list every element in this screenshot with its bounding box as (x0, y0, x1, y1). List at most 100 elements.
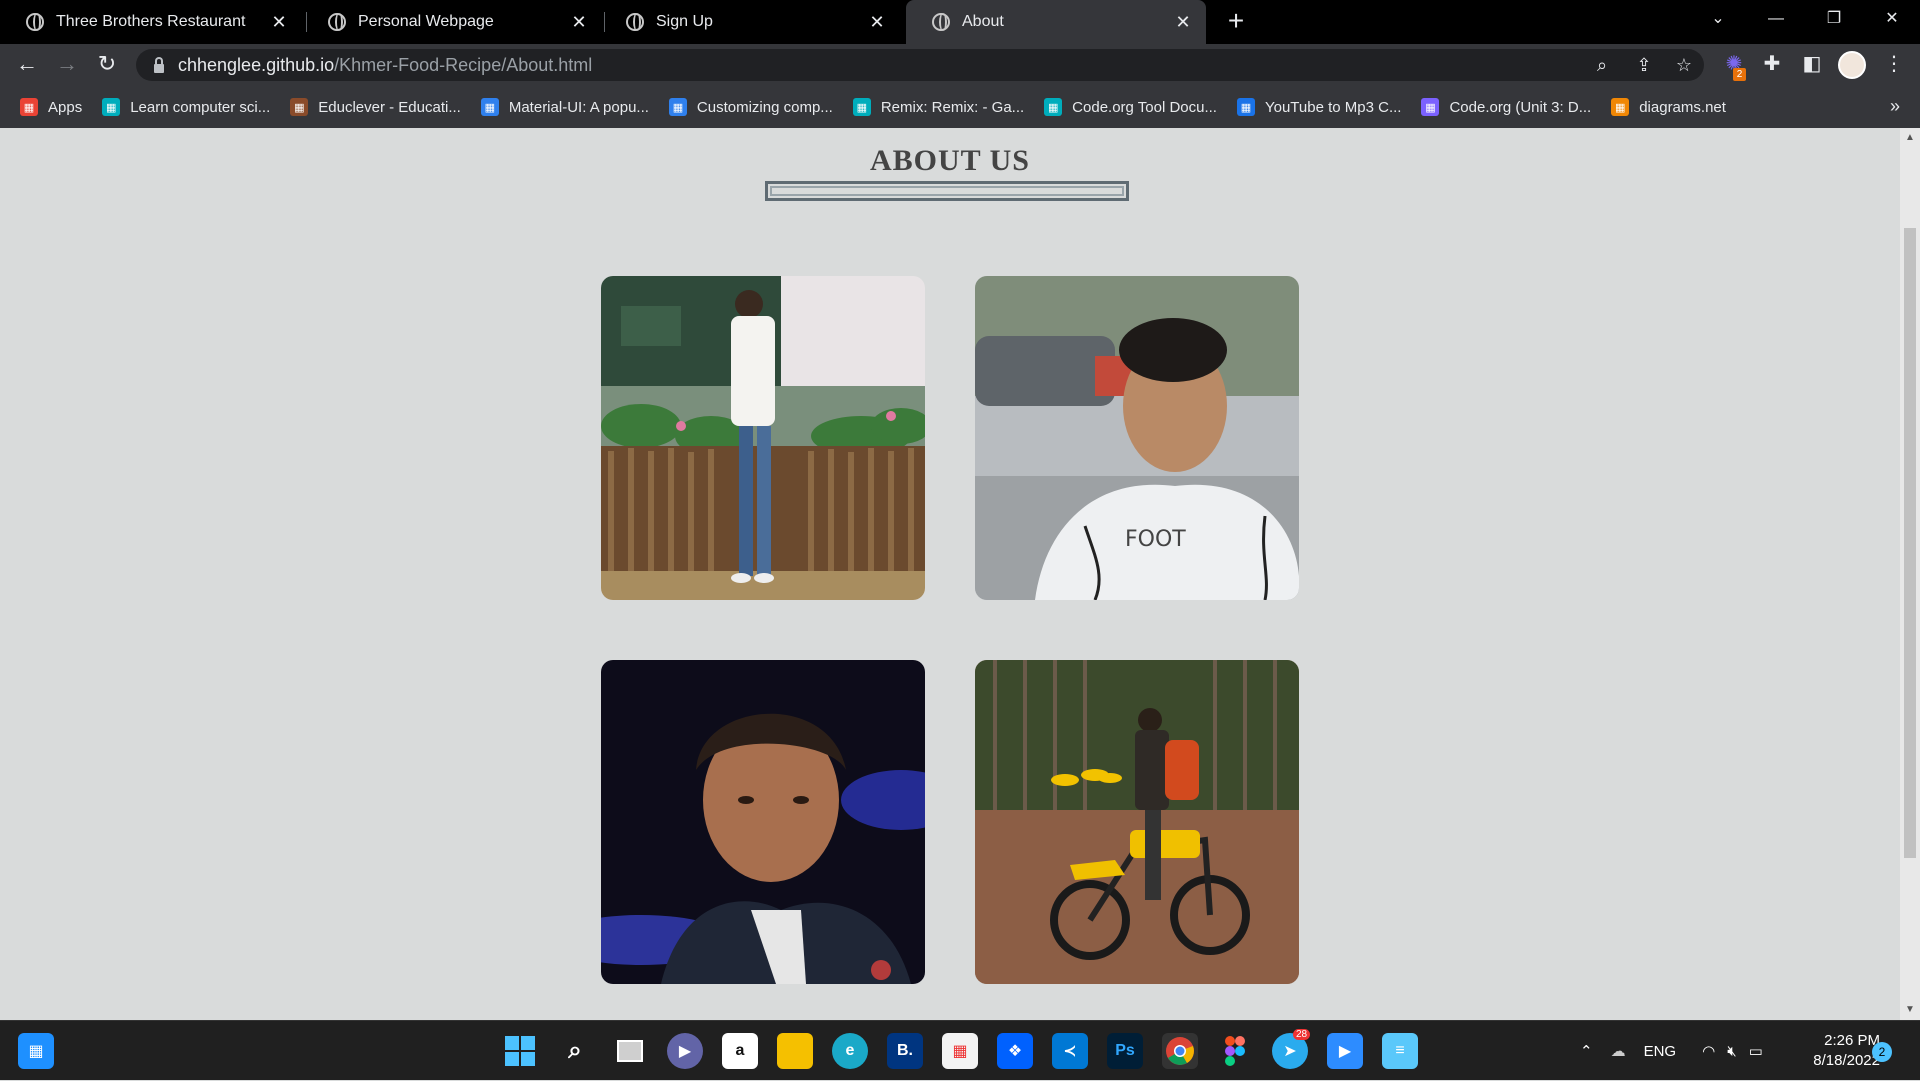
profile-avatar[interactable] (1838, 51, 1866, 79)
svg-text:FOOT: FOOT (1125, 527, 1186, 552)
notification-badge[interactable]: 2 (1872, 1042, 1892, 1062)
team-photo-2: FOOT (975, 276, 1299, 600)
telegram-badge: 28 (1293, 1029, 1311, 1040)
scroll-up-arrow-icon[interactable]: ▲ (1900, 132, 1920, 143)
tab-label: Personal Webpage (358, 13, 494, 30)
notepad-icon[interactable]: ≡ (1382, 1033, 1418, 1069)
apps-grid-icon: ▦ (20, 98, 38, 116)
bookmark-item[interactable]: ▦ Customizing comp... (668, 98, 833, 116)
bookmark-label: Remix: Remix: - Ga... (880, 98, 1025, 116)
volume-muted-icon[interactable]: 🔇︎ (1727, 1043, 1736, 1060)
clock-date: 8/18/2022 (1813, 1052, 1880, 1069)
windows-start-icon[interactable] (502, 1033, 538, 1069)
bookmark-label: Apps (48, 98, 83, 116)
dropbox-icon[interactable]: ❖ (997, 1033, 1033, 1069)
task-view-icon[interactable] (612, 1033, 648, 1069)
bookmark-item[interactable]: ▦ Code.org Tool Docu... (1044, 98, 1217, 116)
side-panel-icon[interactable]: ◧ (1798, 50, 1826, 78)
figma-icon[interactable] (1217, 1033, 1253, 1069)
system-tray: ⌃ ☁ ENG ◠ 🔇︎ ▭ (1580, 1021, 1763, 1081)
bookmark-item[interactable]: ▦ Apps (20, 98, 82, 116)
widgets-icon[interactable]: ▦ (18, 1033, 54, 1069)
globe-icon (932, 13, 950, 31)
tab-three-brothers[interactable]: Three Brothers Restaurant ✕ (0, 0, 302, 44)
clock[interactable]: 2:26 PM 8/18/2022 (1790, 1031, 1880, 1071)
educlever-icon: ▦ (290, 98, 309, 116)
bookmark-item[interactable]: ▦ YouTube to Mp3 C... (1236, 98, 1401, 116)
forward-button[interactable]: → (52, 50, 82, 80)
booking-icon[interactable]: B. (887, 1033, 923, 1069)
restore-button[interactable]: ❐ (1808, 0, 1860, 40)
tab-sign-up[interactable]: Sign Up ✕ (600, 0, 900, 44)
share-icon[interactable]: ⇪ (1632, 53, 1656, 77)
back-button[interactable]: ← (12, 50, 42, 80)
show-hidden-icons-icon[interactable]: ⌃ (1580, 1042, 1593, 1060)
team-photo-4 (975, 660, 1299, 984)
page-title: ABOUT US (870, 144, 1030, 177)
diagrams-icon: ▦ (1611, 98, 1630, 116)
bookmark-item[interactable]: ▦ Code.org (Unit 3: D... (1421, 98, 1591, 116)
tab-personal-webpage[interactable]: Personal Webpage ✕ (302, 0, 602, 44)
scroll-down-arrow-icon[interactable]: ▼ (1900, 1004, 1920, 1015)
url-path: /Khmer-Food-Recipe/About.html (334, 54, 593, 75)
bookmark-label: Educlever - Educati... (318, 98, 461, 116)
close-tab-icon[interactable]: ✕ (862, 12, 892, 33)
browser-chrome: Three Brothers Restaurant ✕ Personal Web… (0, 0, 1920, 128)
language-indicator[interactable]: ENG (1644, 1043, 1677, 1060)
bookmark-item[interactable]: ▦ Remix: Remix: - Ga... (852, 98, 1025, 116)
search-icon[interactable]: ⌕ (557, 1033, 593, 1069)
bookmark-item[interactable]: ▦ Educlever - Educati... (290, 98, 461, 116)
url-host: chhenglee.github.io (178, 54, 335, 75)
code-org-icon: ▦ (102, 98, 121, 116)
photoshop-icon[interactable]: Ps (1107, 1033, 1143, 1069)
close-tab-icon[interactable]: ✕ (264, 12, 294, 33)
bookmark-item[interactable]: ▦ Material-UI: A popu... (480, 98, 649, 116)
more-bookmarks-icon[interactable]: » (1890, 96, 1900, 117)
tab-strip: Three Brothers Restaurant ✕ Personal Web… (0, 0, 1920, 44)
bookmark-label: diagrams.net (1639, 98, 1726, 116)
edge-icon[interactable]: e (832, 1033, 868, 1069)
page-scrollbar[interactable]: ▲ ▼ (1900, 128, 1920, 1020)
tab-about[interactable]: About ✕ (906, 0, 1206, 44)
bookmark-item[interactable]: ▦ Learn computer sci... (102, 98, 270, 116)
bookmark-label: Material-UI: A popu... (508, 98, 649, 116)
bookmarks-bar: ▦ Apps ▦ Learn computer sci... ▦ Educlever - … (0, 86, 1920, 128)
globe-icon (26, 13, 44, 31)
scroll-thumb[interactable] (1904, 228, 1916, 858)
address-bar[interactable]: chhenglee.github.io/Khmer-Food-Recipe/Ab… (136, 49, 1704, 81)
zoom-icon[interactable]: ⌕ (1590, 53, 1614, 77)
taskbar: ▦ ⌕ ▶ a e B. ▦ ❖ ≺ Ps ➤ 28 ▶ ≡ ⌃ ☁ ENG ◠… (0, 1020, 1920, 1080)
mui-icon: ▦ (668, 98, 687, 116)
teams-chat-icon[interactable]: ▶ (667, 1033, 703, 1069)
new-tab-button[interactable]: + (1220, 6, 1252, 38)
zoom-icon[interactable]: ▶ (1327, 1033, 1363, 1069)
store-icon[interactable]: ▦ (942, 1033, 978, 1069)
globe-icon (626, 13, 644, 31)
minimize-button[interactable]: — (1750, 0, 1802, 40)
bookmark-item[interactable]: ▦ diagrams.net (1611, 98, 1726, 116)
globe-icon (328, 13, 346, 31)
close-tab-icon[interactable]: ✕ (564, 12, 594, 33)
bookmark-star-icon[interactable]: ☆ (1672, 53, 1696, 77)
reload-button[interactable]: ↻ (92, 50, 122, 80)
tab-search-chevron-icon[interactable]: ⌄ (1692, 0, 1744, 40)
close-window-button[interactable]: ✕ (1866, 0, 1918, 40)
title-underline-bar (765, 181, 1129, 201)
vscode-icon[interactable]: ≺ (1052, 1033, 1088, 1069)
extension-badge: 2 (1733, 68, 1746, 81)
tab-label: About (962, 13, 1004, 30)
toolbar: ← → ↻ chhenglee.github.io/Khmer-Food-Rec… (0, 44, 1920, 86)
lock-icon[interactable] (154, 56, 164, 73)
battery-icon[interactable]: ▭ (1749, 1042, 1763, 1060)
close-tab-icon[interactable]: ✕ (1168, 12, 1198, 33)
onedrive-icon[interactable]: ☁ (1611, 1042, 1626, 1060)
menu-kebab-icon[interactable]: ⋮ (1880, 50, 1908, 78)
wifi-icon[interactable]: ◠ (1702, 1042, 1715, 1060)
bookmark-label: Code.org (Unit 3: D... (1449, 98, 1592, 116)
extensions-puzzle-icon[interactable]: ✚ (1758, 50, 1786, 78)
chrome-icon[interactable] (1162, 1033, 1198, 1069)
bookmark-label: Customizing comp... (696, 98, 833, 116)
amazon-icon[interactable]: a (722, 1033, 758, 1069)
page-content: ABOUT US FOOT (0, 128, 1900, 1020)
file-explorer-icon[interactable] (777, 1033, 813, 1069)
